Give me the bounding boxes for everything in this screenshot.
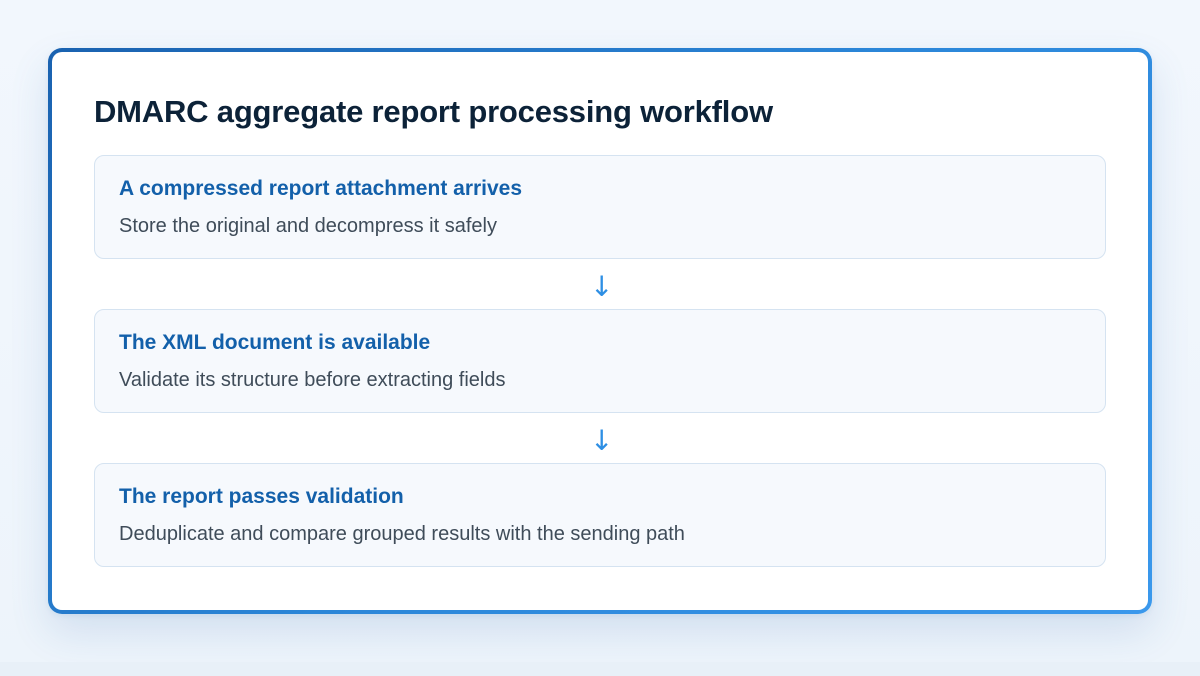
workflow-step-2: The XML document is available Validate i…	[94, 309, 1106, 413]
arrow-down-icon: ↓	[590, 270, 614, 303]
step-description: Validate its structure before extracting…	[119, 369, 506, 391]
page-bottom-band	[0, 662, 1200, 676]
arrow-down-icon: ↓	[590, 424, 614, 457]
workflow-step-1: A compressed report attachment arrives S…	[94, 155, 1106, 259]
step-description: Deduplicate and compare grouped results …	[119, 523, 685, 545]
step-title: A compressed report attachment arrives	[119, 177, 523, 200]
workflow-step-3: The report passes validation Deduplicate…	[94, 463, 1106, 567]
step-description: Store the original and decompress it saf…	[119, 215, 497, 237]
step-title: The XML document is available	[119, 331, 431, 354]
step-title: The report passes validation	[119, 485, 404, 508]
workflow-title: DMARC aggregate report processing workfl…	[94, 94, 773, 129]
workflow-card: DMARC aggregate report processing workfl…	[48, 48, 1152, 614]
